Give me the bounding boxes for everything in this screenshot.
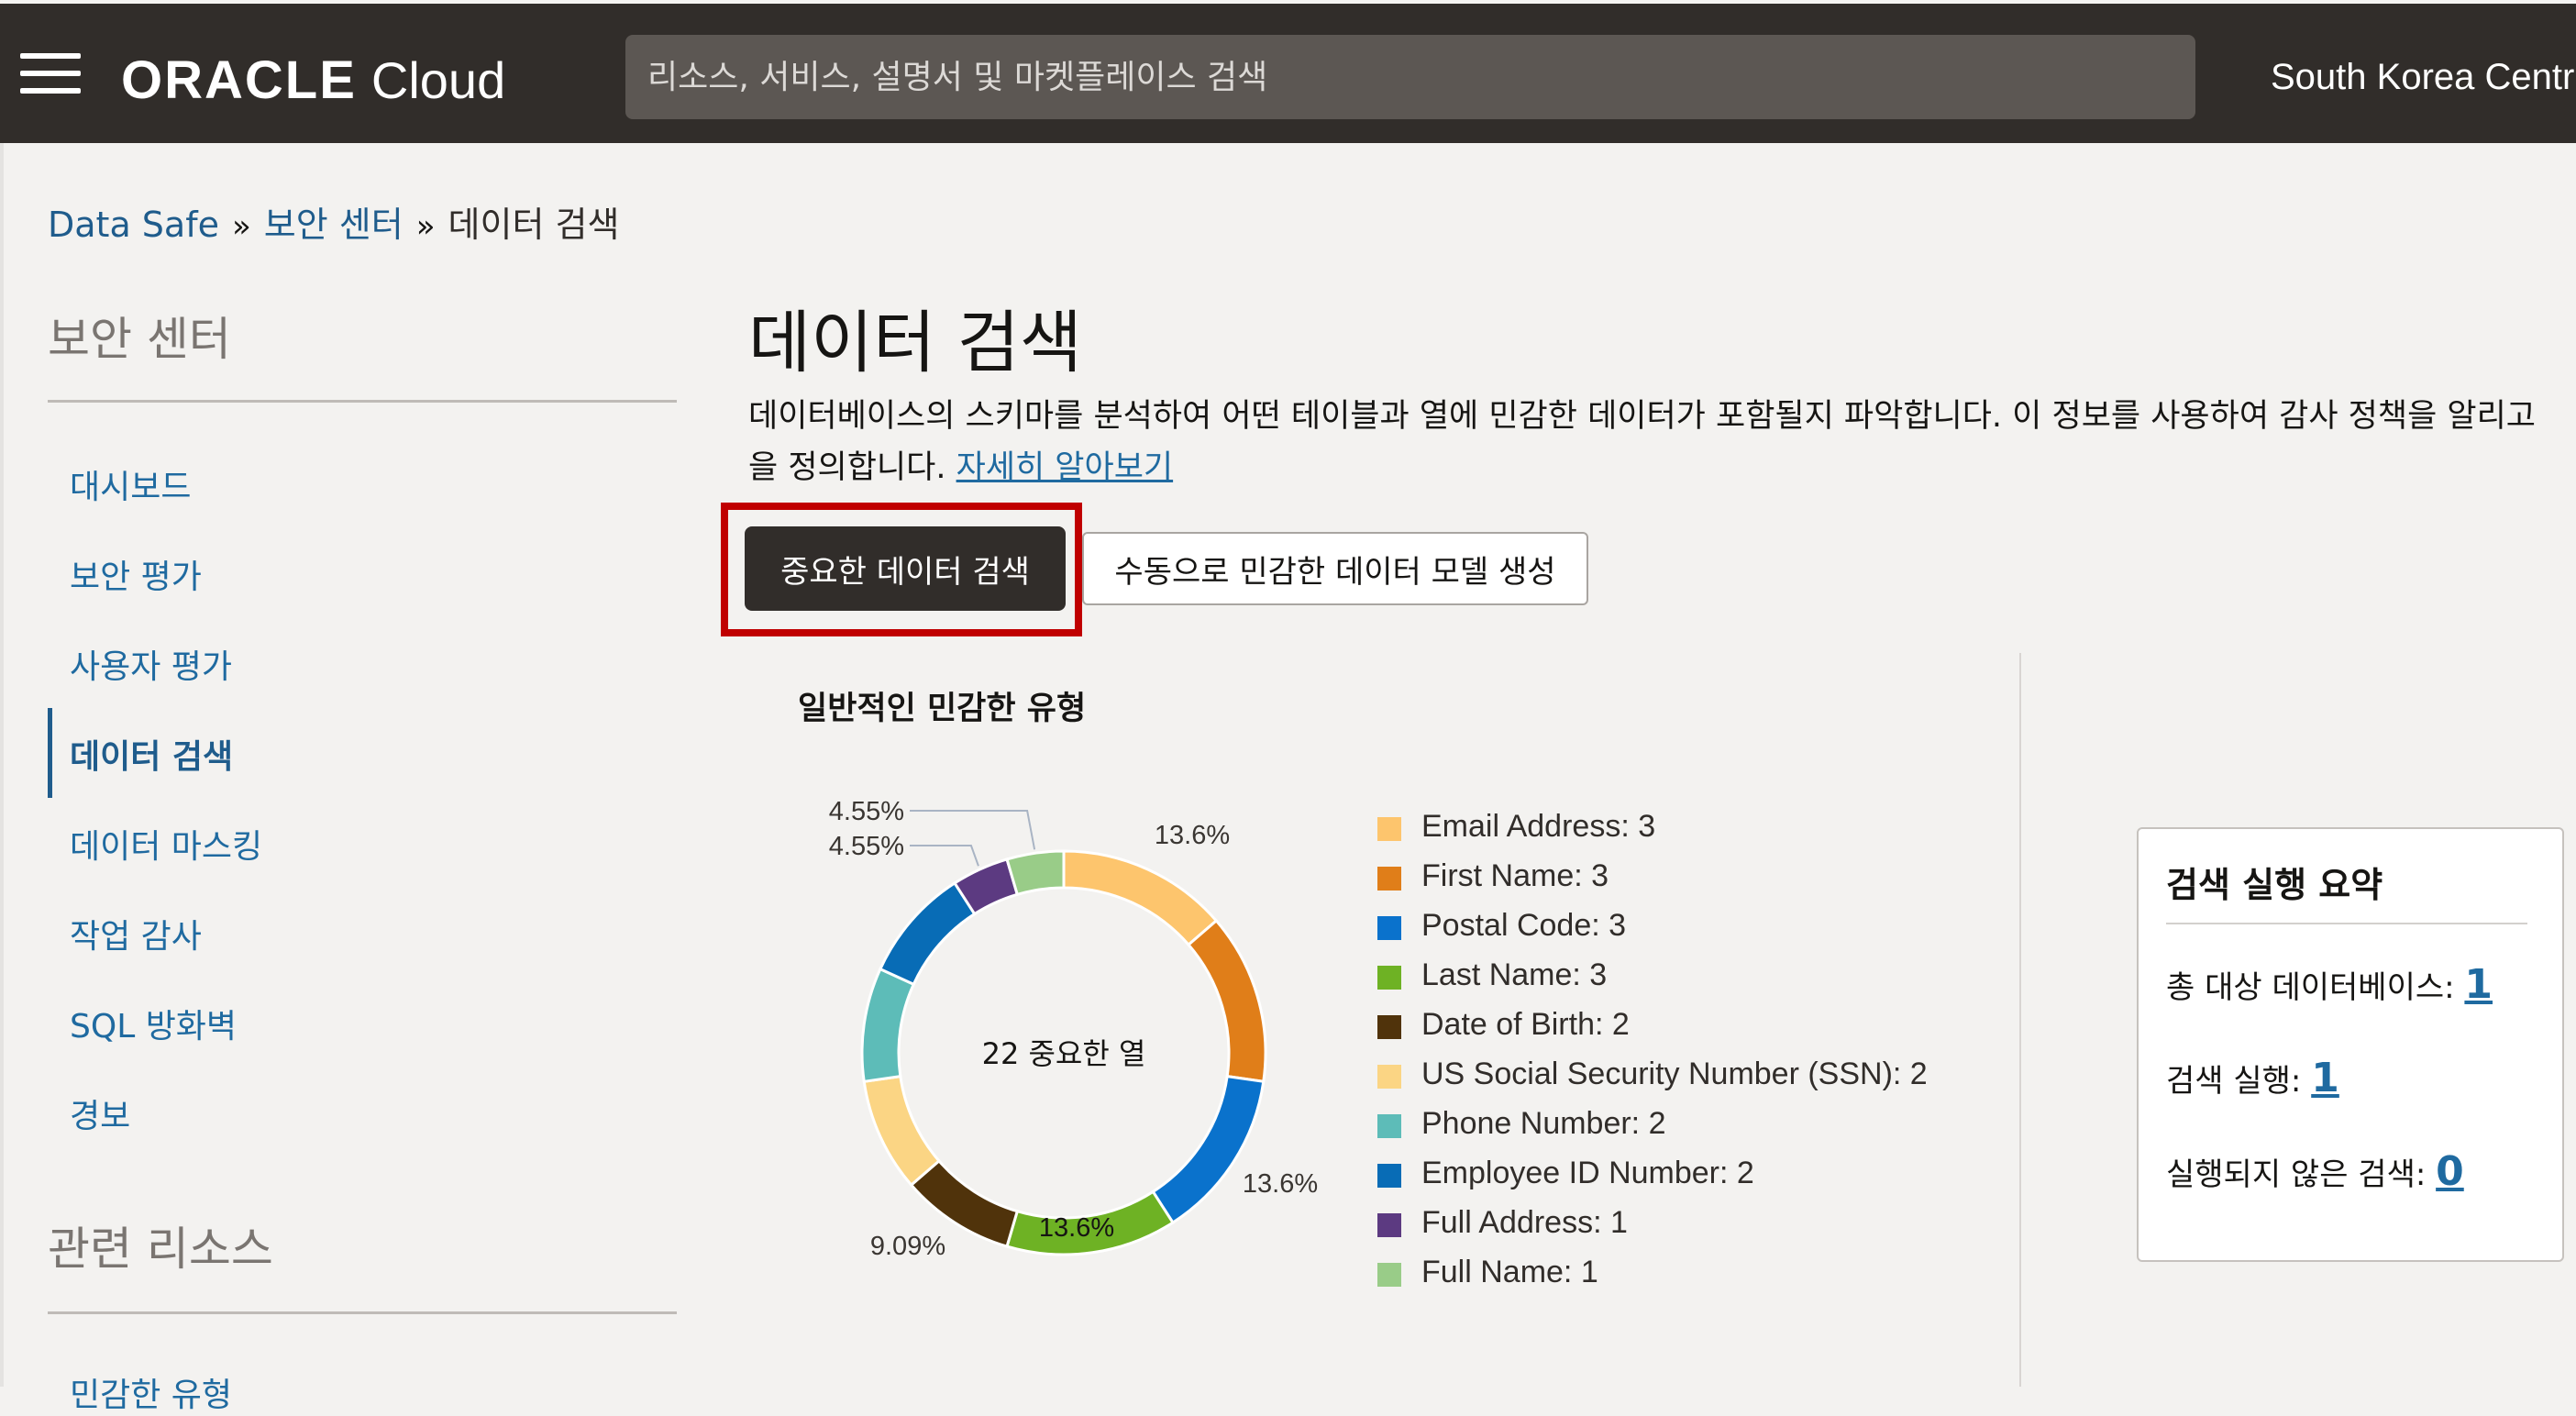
- summary-title: 검색 실행 요약: [2166, 865, 2383, 905]
- chart-title: 일반적인 민감한 유형: [798, 691, 1087, 727]
- sidebar-item-dashboard[interactable]: 대시보드: [70, 460, 191, 508]
- summary-label: 총 대상 데이터베이스:: [2166, 969, 2465, 1006]
- legend-label: Last Name: 3: [1421, 957, 1608, 992]
- breadcrumb-separator: »: [231, 208, 251, 245]
- sidebar-item-alerts[interactable]: 경보: [70, 1090, 130, 1137]
- description-line-2-text: 을 정의합니다.: [748, 449, 956, 486]
- global-search[interactable]: [625, 35, 2195, 119]
- sidebar-title: 보안 센터: [48, 313, 231, 366]
- legend-swatch: [1377, 966, 1401, 990]
- legend-label: Postal Code: 3: [1421, 908, 1627, 943]
- legend-label: Employee ID Number: 2: [1421, 1156, 1754, 1190]
- page-title: 데이터 검색: [748, 304, 1082, 382]
- sidebar-divider: [48, 1311, 677, 1314]
- legend-swatch: [1377, 1164, 1401, 1188]
- legend-label: Full Address: 1: [1421, 1205, 1628, 1240]
- discover-sensitive-data-button[interactable]: 중요한 데이터 검색: [745, 526, 1066, 611]
- legend-swatch: [1377, 817, 1401, 841]
- legend-label: US Social Security Number (SSN): 2: [1421, 1056, 1928, 1091]
- sidebar-item-user-assessment[interactable]: 사용자 평가: [70, 640, 232, 688]
- summary-row-target-databases: 총 대상 데이터베이스: 1: [2166, 961, 2493, 1008]
- search-input[interactable]: [646, 57, 2175, 97]
- summary-divider: [2166, 923, 2527, 924]
- logo-oracle-text: ORACLE: [121, 50, 357, 110]
- sidebar-active-indicator: [48, 708, 52, 798]
- legend-swatch: [1377, 1213, 1401, 1237]
- breadcrumb-data-safe[interactable]: Data Safe: [48, 205, 219, 245]
- legend-label: Full Name: 1: [1421, 1255, 1598, 1289]
- summary-row-not-run: 실행되지 않은 검색: 0: [2166, 1148, 2464, 1195]
- oracle-cloud-logo[interactable]: ORACLE Cloud: [121, 50, 505, 111]
- learn-more-link[interactable]: 자세히 알아보기: [956, 449, 1174, 486]
- sidebar-item-data-discovery[interactable]: 데이터 검색: [70, 730, 233, 778]
- legend-swatch: [1377, 867, 1401, 891]
- legend-label: Date of Birth: 2: [1421, 1007, 1630, 1042]
- legend-label: Phone Number: 2: [1421, 1106, 1666, 1141]
- menu-icon[interactable]: [20, 53, 81, 94]
- sidebar-divider: [48, 400, 677, 403]
- sidebar-item-sensitive-types[interactable]: 민감한 유형: [70, 1368, 232, 1416]
- summary-row-discovery-runs: 검색 실행: 1: [2166, 1055, 2339, 1101]
- legend-label: Email Address: 3: [1421, 809, 1656, 844]
- breadcrumb-security-center[interactable]: 보안 센터: [264, 205, 404, 245]
- related-resources-title: 관련 리소스: [48, 1222, 273, 1276]
- top-bar: ORACLE Cloud South Korea Centr: [0, 0, 2576, 143]
- sidebar-item-security-assessment[interactable]: 보안 평가: [70, 550, 202, 598]
- summary-label: 실행되지 않은 검색:: [2166, 1156, 2437, 1193]
- legend-swatch: [1377, 1015, 1401, 1039]
- create-sensitive-data-model-button[interactable]: 수동으로 민감한 데이터 모델 생성: [1082, 532, 1588, 605]
- logo-cloud-text: Cloud: [370, 51, 506, 109]
- region-selector[interactable]: South Korea Centr: [2271, 57, 2574, 98]
- sidebar-item-activity-auditing[interactable]: 작업 감사: [70, 910, 202, 957]
- sidebar-item-sql-firewall[interactable]: SQL 방화벽: [70, 1000, 237, 1047]
- legend-swatch: [1377, 1065, 1401, 1089]
- breadcrumb-separator: »: [415, 208, 436, 245]
- description-line-1: 데이터베이스의 스키마를 분석하여 어떤 테이블과 열에 민감한 데이터가 포함…: [748, 398, 2537, 435]
- legend-swatch: [1377, 1114, 1401, 1138]
- section-divider: [2019, 653, 2021, 1387]
- summary-value-link[interactable]: 1: [2311, 1055, 2339, 1101]
- legend-swatch: [1377, 916, 1401, 940]
- legend-swatch: [1377, 1263, 1401, 1287]
- summary-value-link[interactable]: 1: [2464, 961, 2493, 1008]
- legend-label: First Name: 3: [1421, 858, 1609, 893]
- description-line-2: 을 정의합니다. 자세히 알아보기: [748, 442, 2573, 493]
- summary-value-link[interactable]: 0: [2436, 1148, 2464, 1195]
- breadcrumb-current: 데이터 검색: [448, 205, 620, 245]
- breadcrumb: Data Safe » 보안 센터 » 데이터 검색: [48, 196, 619, 247]
- sidebar-item-data-masking[interactable]: 데이터 마스킹: [70, 820, 262, 868]
- discovery-summary-card: 검색 실행 요약 총 대상 데이터베이스: 1 검색 실행: 1 실행되지 않은…: [2137, 827, 2564, 1262]
- page-description: 데이터베이스의 스키마를 분석하여 어떤 테이블과 열에 민감한 데이터가 포함…: [748, 391, 2573, 493]
- summary-label: 검색 실행:: [2166, 1063, 2312, 1100]
